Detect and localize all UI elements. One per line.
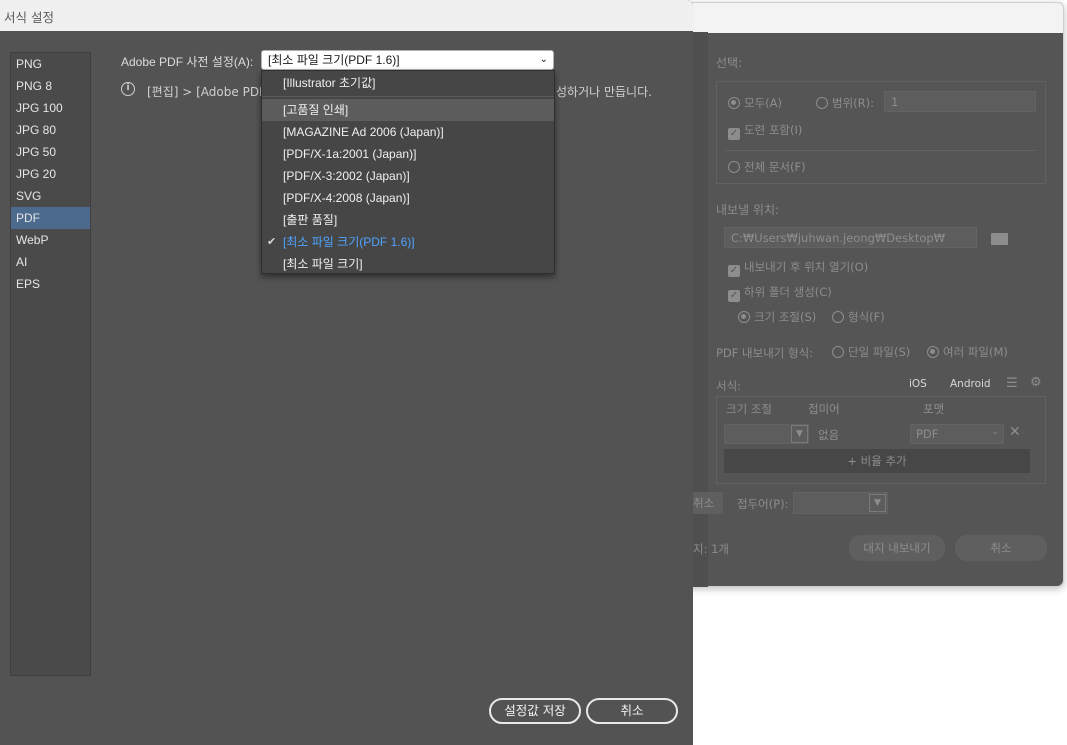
info-text-prefix: [편집] > [Adobe PDF bbox=[147, 85, 266, 99]
chevron-down-icon: ⌄ bbox=[539, 54, 548, 65]
radio-scale-label: 크기 조절(S) bbox=[754, 310, 817, 324]
format-select-value: PDF bbox=[916, 427, 939, 441]
radio-multiple-indicator[interactable] bbox=[927, 346, 939, 358]
radio-multiple-files[interactable]: 여러 파일(M) bbox=[927, 344, 1008, 360]
preset-option-illustrator-default[interactable]: [Illustrator 초기값] bbox=[262, 72, 554, 94]
suffix-input[interactable]: 없음 bbox=[818, 427, 839, 443]
formats-label: 서식: bbox=[716, 379, 742, 393]
folder-icon[interactable] bbox=[991, 233, 1008, 245]
format-item-png8[interactable]: PNG 8 bbox=[11, 75, 90, 97]
format-settings-dialog: 서식 설정 PNG PNG 8 JPG 100 JPG 80 JPG 50 JP… bbox=[0, 0, 693, 745]
format-item-jpg50[interactable]: JPG 50 bbox=[11, 141, 90, 163]
format-item-ai[interactable]: AI bbox=[11, 251, 90, 273]
cancel-small-button[interactable]: 취소 bbox=[693, 492, 723, 514]
radio-single-indicator[interactable] bbox=[832, 346, 844, 358]
radio-single-file[interactable]: 단일 파일(S) bbox=[832, 344, 910, 360]
chevron-down-icon: ▼ bbox=[869, 494, 886, 512]
preset-label: Adobe PDF 사전 설정(A): bbox=[121, 55, 254, 69]
radio-all-label: 모두(A) bbox=[744, 96, 782, 110]
divider bbox=[726, 150, 1036, 151]
format-item-jpg100[interactable]: JPG 100 bbox=[11, 97, 90, 119]
col-format-header: 포맷 bbox=[923, 402, 945, 416]
preset-option-pdfx1a[interactable]: [PDF/X-1a:2001 (Japan)] bbox=[262, 143, 554, 165]
radio-all-indicator[interactable] bbox=[728, 97, 740, 109]
chevron-down-icon[interactable]: ▼ bbox=[791, 425, 808, 443]
radio-scale-indicator[interactable] bbox=[738, 311, 750, 323]
create-subfolders-checkbox[interactable]: ✓ 하위 폴더 생성(C) bbox=[728, 284, 832, 302]
save-preset-button[interactable]: 설정값 저장 bbox=[489, 698, 581, 724]
dialog-title: 서식 설정 bbox=[4, 10, 54, 25]
radio-format-indicator[interactable] bbox=[832, 311, 844, 323]
radio-all[interactable]: 모두(A) bbox=[728, 95, 782, 111]
ios-preset-button[interactable]: iOS bbox=[909, 378, 927, 390]
checkmark-icon: ✔ bbox=[267, 236, 277, 248]
radio-format-label: 형식(F) bbox=[848, 310, 885, 324]
menu-separator bbox=[262, 96, 554, 97]
radio-entire-label: 전체 문서(F) bbox=[744, 160, 806, 174]
radio-single-label: 단일 파일(S) bbox=[848, 345, 911, 359]
android-preset-button[interactable]: Android bbox=[950, 378, 991, 390]
preset-select[interactable]: [최소 파일 크기(PDF 1.6)] ⌄ bbox=[261, 50, 554, 70]
prefix-select[interactable]: ▼ bbox=[793, 492, 888, 514]
format-select[interactable]: PDF ⌄ bbox=[910, 424, 1004, 444]
preset-option-magazine-ad[interactable]: [MAGAZINE Ad 2006 (Japan)] bbox=[262, 121, 554, 143]
radio-multiple-label: 여러 파일(M) bbox=[943, 345, 1008, 359]
checkmark-icon: ✓ bbox=[728, 128, 740, 140]
gear-icon[interactable]: ⚙ bbox=[1030, 375, 1042, 390]
format-item-webp[interactable]: WebP bbox=[11, 229, 90, 251]
preset-dropdown-menu: [Illustrator 초기값] [고품질 인쇄] [MAGAZINE Ad … bbox=[261, 70, 555, 274]
preset-option-label: [최소 파일 크기(PDF 1.6)] bbox=[283, 235, 415, 249]
checkmark-icon: ✓ bbox=[728, 290, 740, 302]
radio-entire-indicator[interactable] bbox=[728, 161, 740, 173]
include-bleed-checkbox[interactable]: ✓ 도련 포함(I) bbox=[728, 122, 802, 140]
range-input[interactable]: 1 bbox=[884, 91, 1036, 112]
format-item-eps[interactable]: EPS bbox=[11, 273, 90, 295]
path-value: C:₩Users₩juhwan.jeong₩Desktop₩ bbox=[731, 231, 946, 245]
info-icon: i bbox=[121, 82, 135, 96]
radio-range[interactable]: 범위(R): bbox=[816, 95, 874, 111]
col-suffix-header: 접미어 bbox=[808, 402, 840, 416]
format-item-jpg20[interactable]: JPG 20 bbox=[11, 163, 90, 185]
export-location-label: 내보낼 위치: bbox=[716, 203, 780, 217]
range-input-value: 1 bbox=[891, 95, 899, 109]
export-artboards-button[interactable]: 대지 내보내기 bbox=[849, 535, 945, 561]
preset-select-value: [최소 파일 크기(PDF 1.6)] bbox=[268, 53, 400, 67]
close-icon[interactable]: ✕ bbox=[1009, 424, 1021, 440]
preset-option-smallest-pdf16[interactable]: ✔ [최소 파일 크기(PDF 1.6)] bbox=[262, 231, 554, 253]
open-after-export-checkbox[interactable]: ✓ 내보내기 후 위치 열기(O) bbox=[728, 259, 868, 277]
format-item-jpg80[interactable]: JPG 80 bbox=[11, 119, 90, 141]
open-after-export-label: 내보내기 후 위치 열기(O) bbox=[744, 260, 869, 274]
pdf-export-type-label: PDF 내보내기 형식: bbox=[716, 346, 814, 360]
cancel-button[interactable]: 취소 bbox=[586, 698, 678, 724]
format-item-svg[interactable]: SVG bbox=[11, 185, 90, 207]
preset-option-press-quality[interactable]: [출판 품질] bbox=[262, 209, 554, 231]
path-field[interactable]: C:₩Users₩juhwan.jeong₩Desktop₩ bbox=[724, 227, 977, 248]
add-scale-button[interactable]: + 비율 추가 bbox=[724, 449, 1030, 473]
export-cancel-button[interactable]: 취소 bbox=[955, 535, 1047, 561]
format-list: PNG PNG 8 JPG 100 JPG 80 JPG 50 JPG 20 S… bbox=[10, 52, 91, 676]
preset-option-high-quality-print[interactable]: [고품질 인쇄] bbox=[262, 99, 554, 121]
col-scale-header: 크기 조절 bbox=[726, 402, 772, 416]
include-bleed-label: 도련 포함(I) bbox=[744, 123, 803, 137]
create-subfolders-label: 하위 폴더 생성(C) bbox=[744, 285, 832, 299]
preset-option-pdfx3[interactable]: [PDF/X-3:2002 (Japan)] bbox=[262, 165, 554, 187]
format-item-png[interactable]: PNG bbox=[11, 53, 90, 75]
artboard-count: 지: 1개 bbox=[693, 542, 730, 556]
radio-entire-document[interactable]: 전체 문서(F) bbox=[728, 159, 806, 175]
radio-range-label: 범위(R): bbox=[832, 96, 874, 110]
info-text-suffix: 성하거나 만듭니다. bbox=[556, 85, 652, 99]
prefix-label: 접두어(P): bbox=[737, 497, 789, 511]
checkmark-icon: ✓ bbox=[728, 265, 740, 277]
preset-option-pdfx4[interactable]: [PDF/X-4:2008 (Japan)] bbox=[262, 187, 554, 209]
radio-format[interactable]: 형식(F) bbox=[832, 309, 885, 325]
radio-scale[interactable]: 크기 조절(S) bbox=[738, 309, 816, 325]
title-bar: 서식 설정 bbox=[0, 0, 693, 31]
preset-option-smallest-file[interactable]: [최소 파일 크기] bbox=[262, 253, 554, 275]
radio-range-indicator[interactable] bbox=[816, 97, 828, 109]
format-item-pdf[interactable]: PDF bbox=[11, 207, 90, 229]
select-label: 선택: bbox=[716, 56, 743, 70]
chevron-down-icon: ⌄ bbox=[991, 427, 999, 437]
list-icon[interactable]: ☰ bbox=[1006, 376, 1018, 391]
